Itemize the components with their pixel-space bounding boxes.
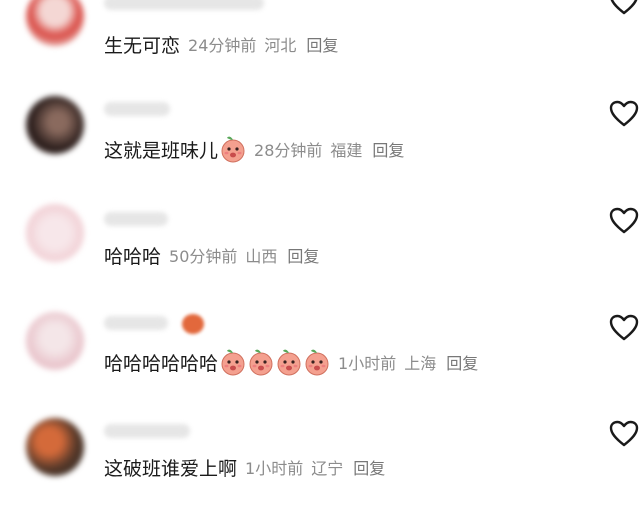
comment-text: 这破班谁爱上啊: [104, 457, 238, 480]
avatar[interactable]: [26, 312, 84, 370]
comment-time: 28分钟前: [254, 141, 323, 160]
comment-region: 辽宁: [311, 459, 344, 478]
reply-button[interactable]: 回复: [372, 137, 404, 161]
comment-line: 这破班谁爱上啊 1小时前 辽宁 回复: [104, 452, 385, 482]
peach-face-emoji-icon: [248, 348, 274, 376]
comment-time: 1小时前: [245, 459, 304, 478]
comment-region: 山西: [245, 247, 278, 266]
username[interactable]: [104, 316, 168, 330]
comment-time: 1小时前: [338, 354, 397, 373]
username[interactable]: [104, 0, 264, 10]
reply-button[interactable]: 回复: [353, 455, 385, 479]
username[interactable]: [104, 424, 190, 438]
comment-item: 这就是班味儿 28分钟前 福建 回复: [0, 96, 640, 196]
comment-text: 哈哈哈哈哈哈: [104, 352, 219, 375]
reply-button[interactable]: 回复: [446, 350, 478, 374]
reply-button[interactable]: 回复: [306, 32, 338, 56]
comment-item: 生无可恋 24分钟前 河北 回复: [0, 0, 640, 88]
avatar[interactable]: [26, 96, 84, 154]
comment-line: 生无可恋 24分钟前 河北 回复: [104, 29, 338, 59]
comment-line: 这就是班味儿 28分钟前 福建 回复: [104, 134, 404, 164]
like-heart-icon[interactable]: [609, 0, 639, 16]
comment-line: 哈哈哈 50分钟前 山西 回复: [104, 240, 319, 270]
like-heart-icon[interactable]: [609, 314, 639, 342]
comment-text: 哈哈哈: [104, 245, 162, 268]
comment-item: 这破班谁爱上啊 1小时前 辽宁 回复: [0, 418, 640, 518]
comment-time: 24分钟前: [188, 36, 257, 55]
reply-button[interactable]: 回复: [287, 243, 319, 267]
like-heart-icon[interactable]: [609, 420, 639, 448]
comment-region: 上海: [404, 354, 437, 373]
comment-text: 这就是班味儿: [104, 139, 219, 162]
user-badge-icon: [182, 314, 204, 334]
comment-text: 生无可恋: [104, 34, 181, 57]
peach-face-emoji-icon: [304, 348, 330, 376]
comment-region: 福建: [330, 141, 363, 160]
like-heart-icon[interactable]: [609, 100, 639, 128]
avatar[interactable]: [26, 418, 84, 476]
like-heart-icon[interactable]: [609, 207, 639, 235]
avatar[interactable]: [26, 0, 84, 46]
comment-region: 河北: [264, 36, 297, 55]
peach-face-emoji-icon: [276, 348, 302, 376]
comment-item: 哈哈哈 50分钟前 山西 回复: [0, 204, 640, 304]
username[interactable]: [104, 212, 168, 226]
comment-item: 哈哈哈哈哈哈 1小时前 上海 回复: [0, 312, 640, 412]
peach-face-emoji-icon: [220, 135, 246, 163]
peach-face-emoji-icon: [220, 348, 246, 376]
comment-time: 50分钟前: [169, 247, 238, 266]
username[interactable]: [104, 102, 170, 116]
avatar[interactable]: [26, 204, 84, 262]
comment-line: 哈哈哈哈哈哈 1小时前 上海 回复: [104, 347, 478, 377]
